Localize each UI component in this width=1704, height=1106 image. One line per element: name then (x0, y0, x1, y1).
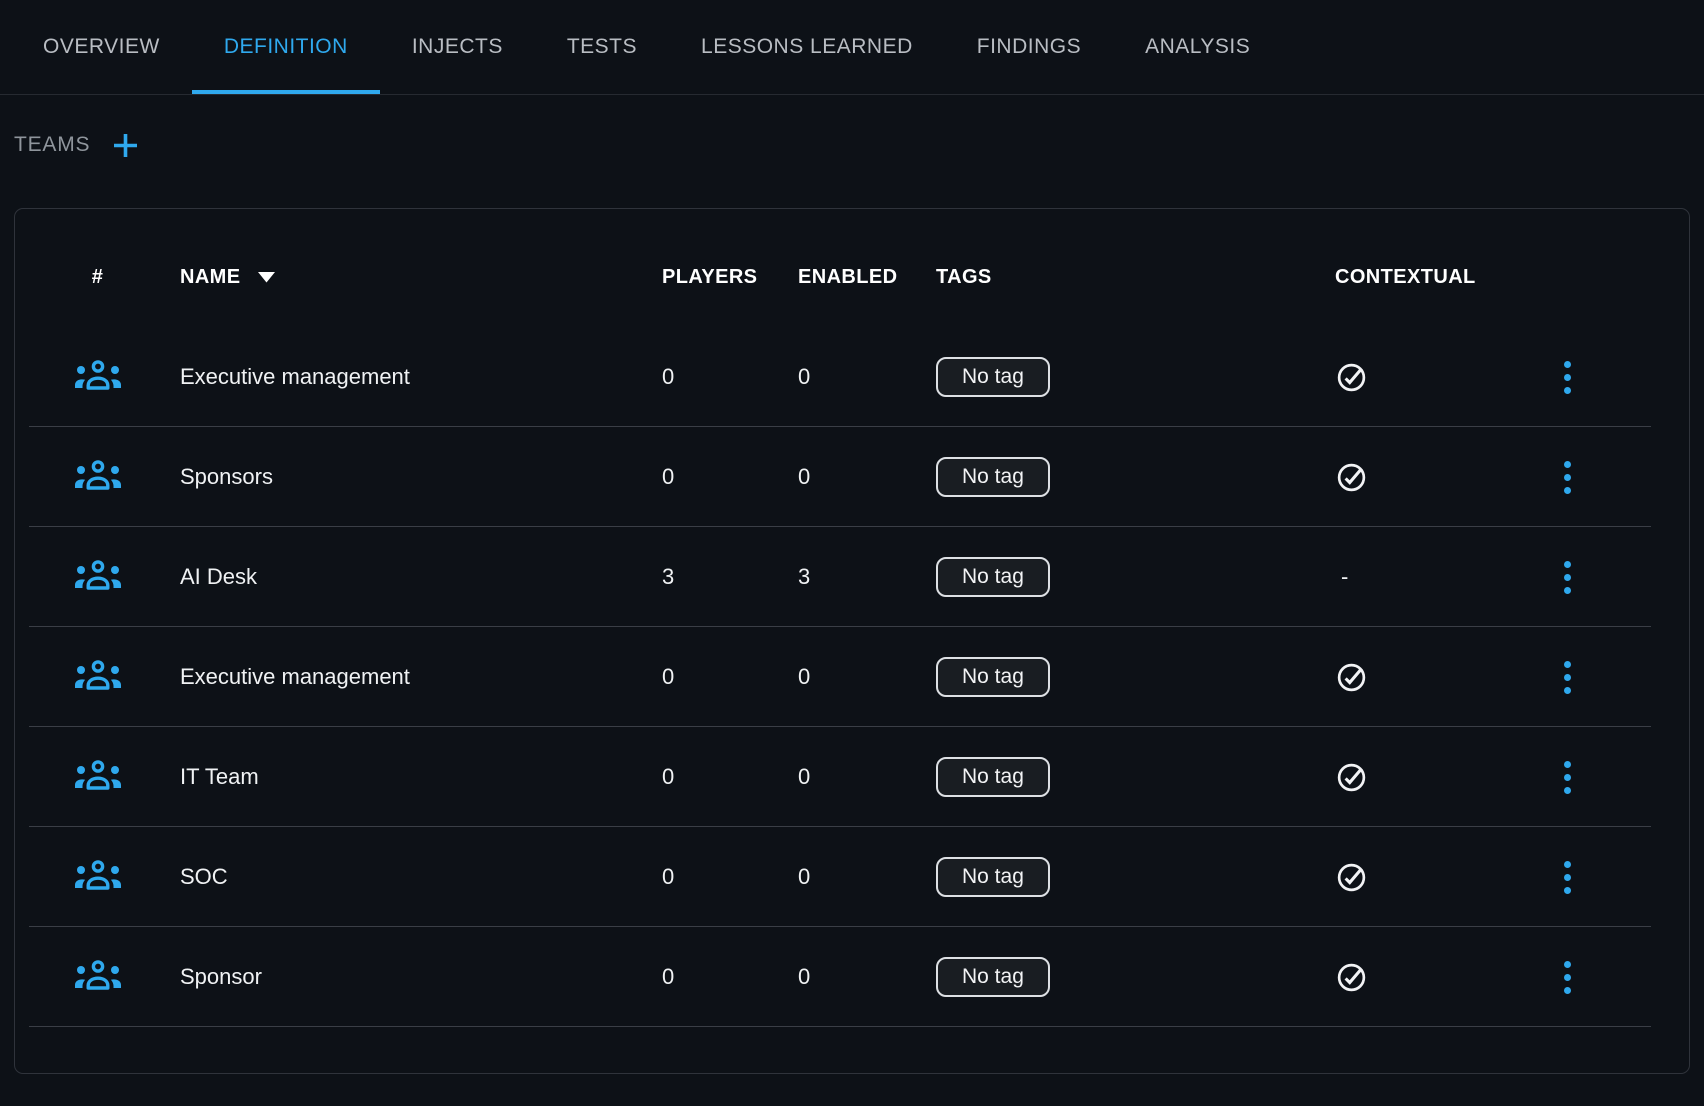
players-count: 0 (662, 864, 798, 890)
tag-chip: No tag (936, 957, 1050, 997)
group-icon (74, 957, 122, 997)
group-icon (74, 657, 122, 697)
tab-bar: OVERVIEW DEFINITION INJECTS TESTS LESSON… (0, 0, 1704, 95)
contextual-status (1335, 361, 1368, 394)
section-title: TEAMS (14, 133, 90, 157)
column-header-players[interactable]: PLAYERS (662, 266, 798, 289)
group-icon (74, 357, 122, 397)
tag-chip: No tag (936, 457, 1050, 497)
tab-label: FINDINGS (977, 35, 1081, 59)
caret-down-icon (257, 271, 276, 283)
table-row: AI Desk 3 3 No tag - (15, 527, 1689, 627)
tab-findings[interactable]: FINDINGS (945, 0, 1113, 94)
kebab-menu-icon[interactable] (1558, 555, 1577, 600)
team-name: IT Team (180, 764, 662, 790)
team-name: AI Desk (180, 564, 662, 590)
tab-label: INJECTS (412, 35, 503, 59)
tag-chip: No tag (936, 357, 1050, 397)
contextual-status (1335, 661, 1368, 694)
tab-definition[interactable]: DEFINITION (192, 0, 380, 94)
check-circle-icon (1335, 461, 1368, 494)
check-circle-icon (1335, 661, 1368, 694)
enabled-count: 0 (798, 364, 936, 390)
tab-label: TESTS (567, 35, 637, 59)
table-header-row: # NAME PLAYERS ENABLED TAGS CONTEXTUAL (15, 227, 1689, 327)
tab-tests[interactable]: TESTS (535, 0, 669, 94)
teams-table: # NAME PLAYERS ENABLED TAGS CONTEXTUAL (14, 208, 1690, 1074)
table-row: Sponsors 0 0 No tag (15, 427, 1689, 527)
group-icon (74, 457, 122, 497)
enabled-count: 0 (798, 864, 936, 890)
kebab-menu-icon[interactable] (1558, 755, 1577, 800)
tag-chip: No tag (936, 857, 1050, 897)
players-count: 0 (662, 664, 798, 690)
players-count: 0 (662, 764, 798, 790)
column-header-tags: TAGS (936, 266, 1335, 289)
players-count: 0 (662, 364, 798, 390)
tab-lessons-learned[interactable]: LESSONS LEARNED (669, 0, 945, 94)
check-circle-icon (1335, 861, 1368, 894)
tab-injects[interactable]: INJECTS (380, 0, 535, 94)
tab-label: ANALYSIS (1145, 35, 1250, 59)
contextual-status (1335, 861, 1368, 894)
tag-chip: No tag (936, 757, 1050, 797)
team-name: Executive management (180, 364, 662, 390)
table-row: SOC 0 0 No tag (15, 827, 1689, 927)
table-row: Executive management 0 0 No tag (15, 327, 1689, 427)
enabled-count: 0 (798, 964, 936, 990)
group-icon (74, 857, 122, 897)
kebab-menu-icon[interactable] (1558, 855, 1577, 900)
team-name: SOC (180, 864, 662, 890)
contextual-status: - (1335, 564, 1348, 590)
group-icon (74, 757, 122, 797)
players-count: 3 (662, 564, 798, 590)
table-row: Executive management 0 0 No tag (15, 627, 1689, 727)
column-header-contextual: CONTEXTUAL (1335, 266, 1568, 289)
kebab-menu-icon[interactable] (1558, 655, 1577, 700)
table-row: Sponsor 0 0 No tag (15, 927, 1689, 1027)
contextual-dash: - (1335, 564, 1348, 590)
players-count: 0 (662, 964, 798, 990)
tab-analysis[interactable]: ANALYSIS (1113, 0, 1282, 94)
check-circle-icon (1335, 761, 1368, 794)
tab-label: OVERVIEW (43, 35, 160, 59)
table-row: IT Team 0 0 No tag (15, 727, 1689, 827)
teams-section-header: TEAMS (0, 95, 1704, 165)
kebab-menu-icon[interactable] (1558, 455, 1577, 500)
group-icon (74, 557, 122, 597)
tag-chip: No tag (936, 557, 1050, 597)
column-header-enabled[interactable]: ENABLED (798, 266, 936, 289)
enabled-count: 0 (798, 664, 936, 690)
plus-icon (112, 132, 139, 159)
tab-label: LESSONS LEARNED (701, 35, 913, 59)
contextual-status (1335, 961, 1368, 994)
column-header-hash: # (92, 266, 104, 289)
table-body: Executive management 0 0 No tag (15, 327, 1689, 1027)
tab-label: DEFINITION (224, 35, 348, 59)
add-team-button[interactable] (112, 132, 139, 159)
enabled-count: 0 (798, 764, 936, 790)
players-count: 0 (662, 464, 798, 490)
check-circle-icon (1335, 961, 1368, 994)
contextual-status (1335, 761, 1368, 794)
tab-overview[interactable]: OVERVIEW (11, 0, 192, 94)
kebab-menu-icon[interactable] (1558, 355, 1577, 400)
enabled-count: 3 (798, 564, 936, 590)
column-header-name[interactable]: NAME (180, 266, 662, 289)
kebab-menu-icon[interactable] (1558, 955, 1577, 1000)
check-circle-icon (1335, 361, 1368, 394)
team-name: Executive management (180, 664, 662, 690)
tag-chip: No tag (936, 657, 1050, 697)
team-name: Sponsor (180, 964, 662, 990)
contextual-status (1335, 461, 1368, 494)
enabled-count: 0 (798, 464, 936, 490)
team-name: Sponsors (180, 464, 662, 490)
